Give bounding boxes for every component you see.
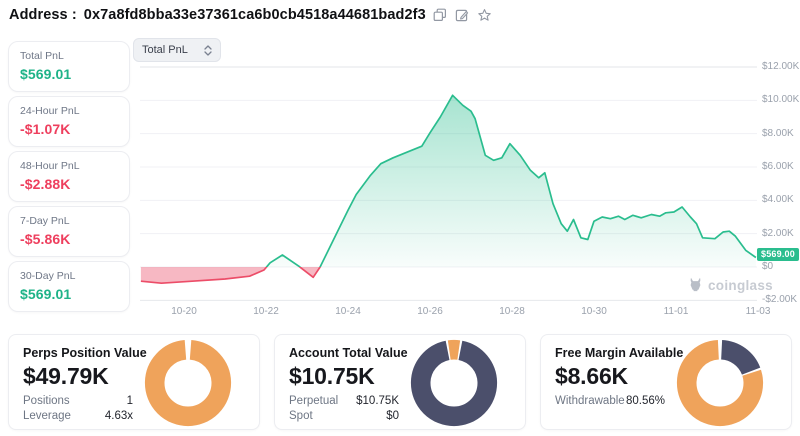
row-label: Perpetual (289, 395, 338, 407)
x-axis-tick-label: 10-24 (326, 306, 370, 317)
metric-select-dropdown[interactable]: Total PnL (133, 38, 221, 62)
coinglass-address-dashboard: Address : 0x7a8fd8bba33e37361ca6b0cb4518… (0, 0, 800, 436)
x-axis-tick-label: 10-28 (490, 306, 534, 317)
pnl-stat-label: 24-Hour PnL (20, 105, 118, 117)
donut-segment (155, 350, 222, 417)
x-axis-tick-label: 11-01 (654, 306, 698, 317)
coinglass-goat-icon (688, 277, 703, 293)
row-value: 80.56% (626, 395, 665, 407)
pnl-stat-card: Total PnL $569.01 (8, 41, 130, 92)
summary-card-rows: Withdrawable80.56% (555, 395, 665, 407)
summary-card-row: Positions 1 (23, 395, 133, 407)
last-value-badge: $569.00 (757, 248, 799, 261)
pnl-stat-value: $569.01 (20, 66, 118, 82)
summary-card-rows: Perpetual $10.75K Spot $0 (289, 395, 399, 422)
donut-chart (673, 336, 767, 430)
y-axis-tick-label: $12.00K (762, 61, 800, 72)
y-axis-tick-label: -$2.00K (762, 294, 800, 305)
row-value: $10.75K (356, 395, 399, 407)
row-value: $0 (386, 410, 399, 422)
summary-card-rows: Positions 1 Leverage 4.63x (23, 395, 133, 422)
x-axis-tick-label: 10-22 (244, 306, 288, 317)
pnl-sidebar: Total PnL $569.01 24-Hour PnL -$1.07K 48-Hou… (8, 41, 130, 312)
summary-cards-row: Perps Position Value$49.79KPositions1Lev… (8, 334, 792, 430)
pnl-area-chart[interactable] (140, 62, 760, 308)
y-axis-tick-label: $6.00K (762, 161, 800, 172)
pnl-stat-value: $569.01 (20, 286, 118, 302)
x-axis-tick-label: 10-30 (572, 306, 616, 317)
pnl-stat-card: 7-Day PnL -$5.86K (8, 206, 130, 257)
pnl-stat-label: 7-Day PnL (20, 215, 118, 227)
metric-select-label: Total PnL (142, 44, 188, 56)
address-label: Address : (9, 7, 77, 23)
donut-chart (141, 336, 235, 430)
donut-segment (421, 350, 488, 417)
pnl-stat-value: -$5.86K (20, 231, 118, 247)
x-axis-tick-label: 10-20 (162, 306, 206, 317)
summary-card-row: Leverage 4.63x (23, 410, 133, 422)
row-value: 1 (127, 395, 133, 407)
summary-card: Free Margin Available$8.66KWithdrawable8… (540, 334, 792, 430)
row-value: 4.63x (105, 410, 133, 422)
row-label: Withdrawable (555, 395, 625, 407)
y-axis-tick-label: $10.00K (762, 94, 800, 105)
pnl-stat-card: 24-Hour PnL -$1.07K (8, 96, 130, 147)
pnl-stat-label: 30-Day PnL (20, 270, 118, 282)
summary-card-row: Perpetual $10.75K (289, 395, 399, 407)
address-value: 0x7a8fd8bba33e37361ca6b0cb4518a44681bad2… (84, 7, 426, 23)
x-axis-tick-label: 10-26 (408, 306, 452, 317)
copy-icon[interactable] (433, 8, 448, 23)
star-icon[interactable] (477, 8, 492, 23)
watermark-text: coinglass (708, 278, 773, 293)
pnl-stat-label: Total PnL (20, 50, 118, 62)
positive-area (141, 95, 756, 283)
y-axis-tick-label: $8.00K (762, 128, 800, 139)
row-label: Leverage (23, 410, 71, 422)
x-axis-tick-label: 11-03 (736, 306, 780, 317)
pnl-stat-value: -$2.88K (20, 176, 118, 192)
row-label: Spot (289, 410, 313, 422)
summary-card: Account Total Value$10.75KPerpetual$10.7… (274, 334, 526, 430)
coinglass-watermark: coinglass (688, 277, 773, 293)
pnl-stat-card: 30-Day PnL $569.01 (8, 261, 130, 312)
edit-icon[interactable] (455, 8, 470, 23)
pnl-stat-card: 48-Hour PnL -$2.88K (8, 151, 130, 202)
summary-card-row: Withdrawable80.56% (555, 395, 665, 407)
y-axis-tick-label: $2.00K (762, 228, 800, 239)
page-header: Address : 0x7a8fd8bba33e37361ca6b0cb4518… (9, 7, 492, 23)
pnl-stat-value: -$1.07K (20, 121, 118, 137)
y-axis-tick-label: $0 (762, 261, 800, 272)
row-label: Positions (23, 395, 70, 407)
summary-card: Perps Position Value$49.79KPositions1Lev… (8, 334, 260, 430)
updown-chevron-icon (204, 45, 212, 56)
pnl-stat-label: 48-Hour PnL (20, 160, 118, 172)
donut-chart (407, 336, 501, 430)
summary-card-row: Spot $0 (289, 410, 399, 422)
y-axis-tick-label: $4.00K (762, 194, 800, 205)
